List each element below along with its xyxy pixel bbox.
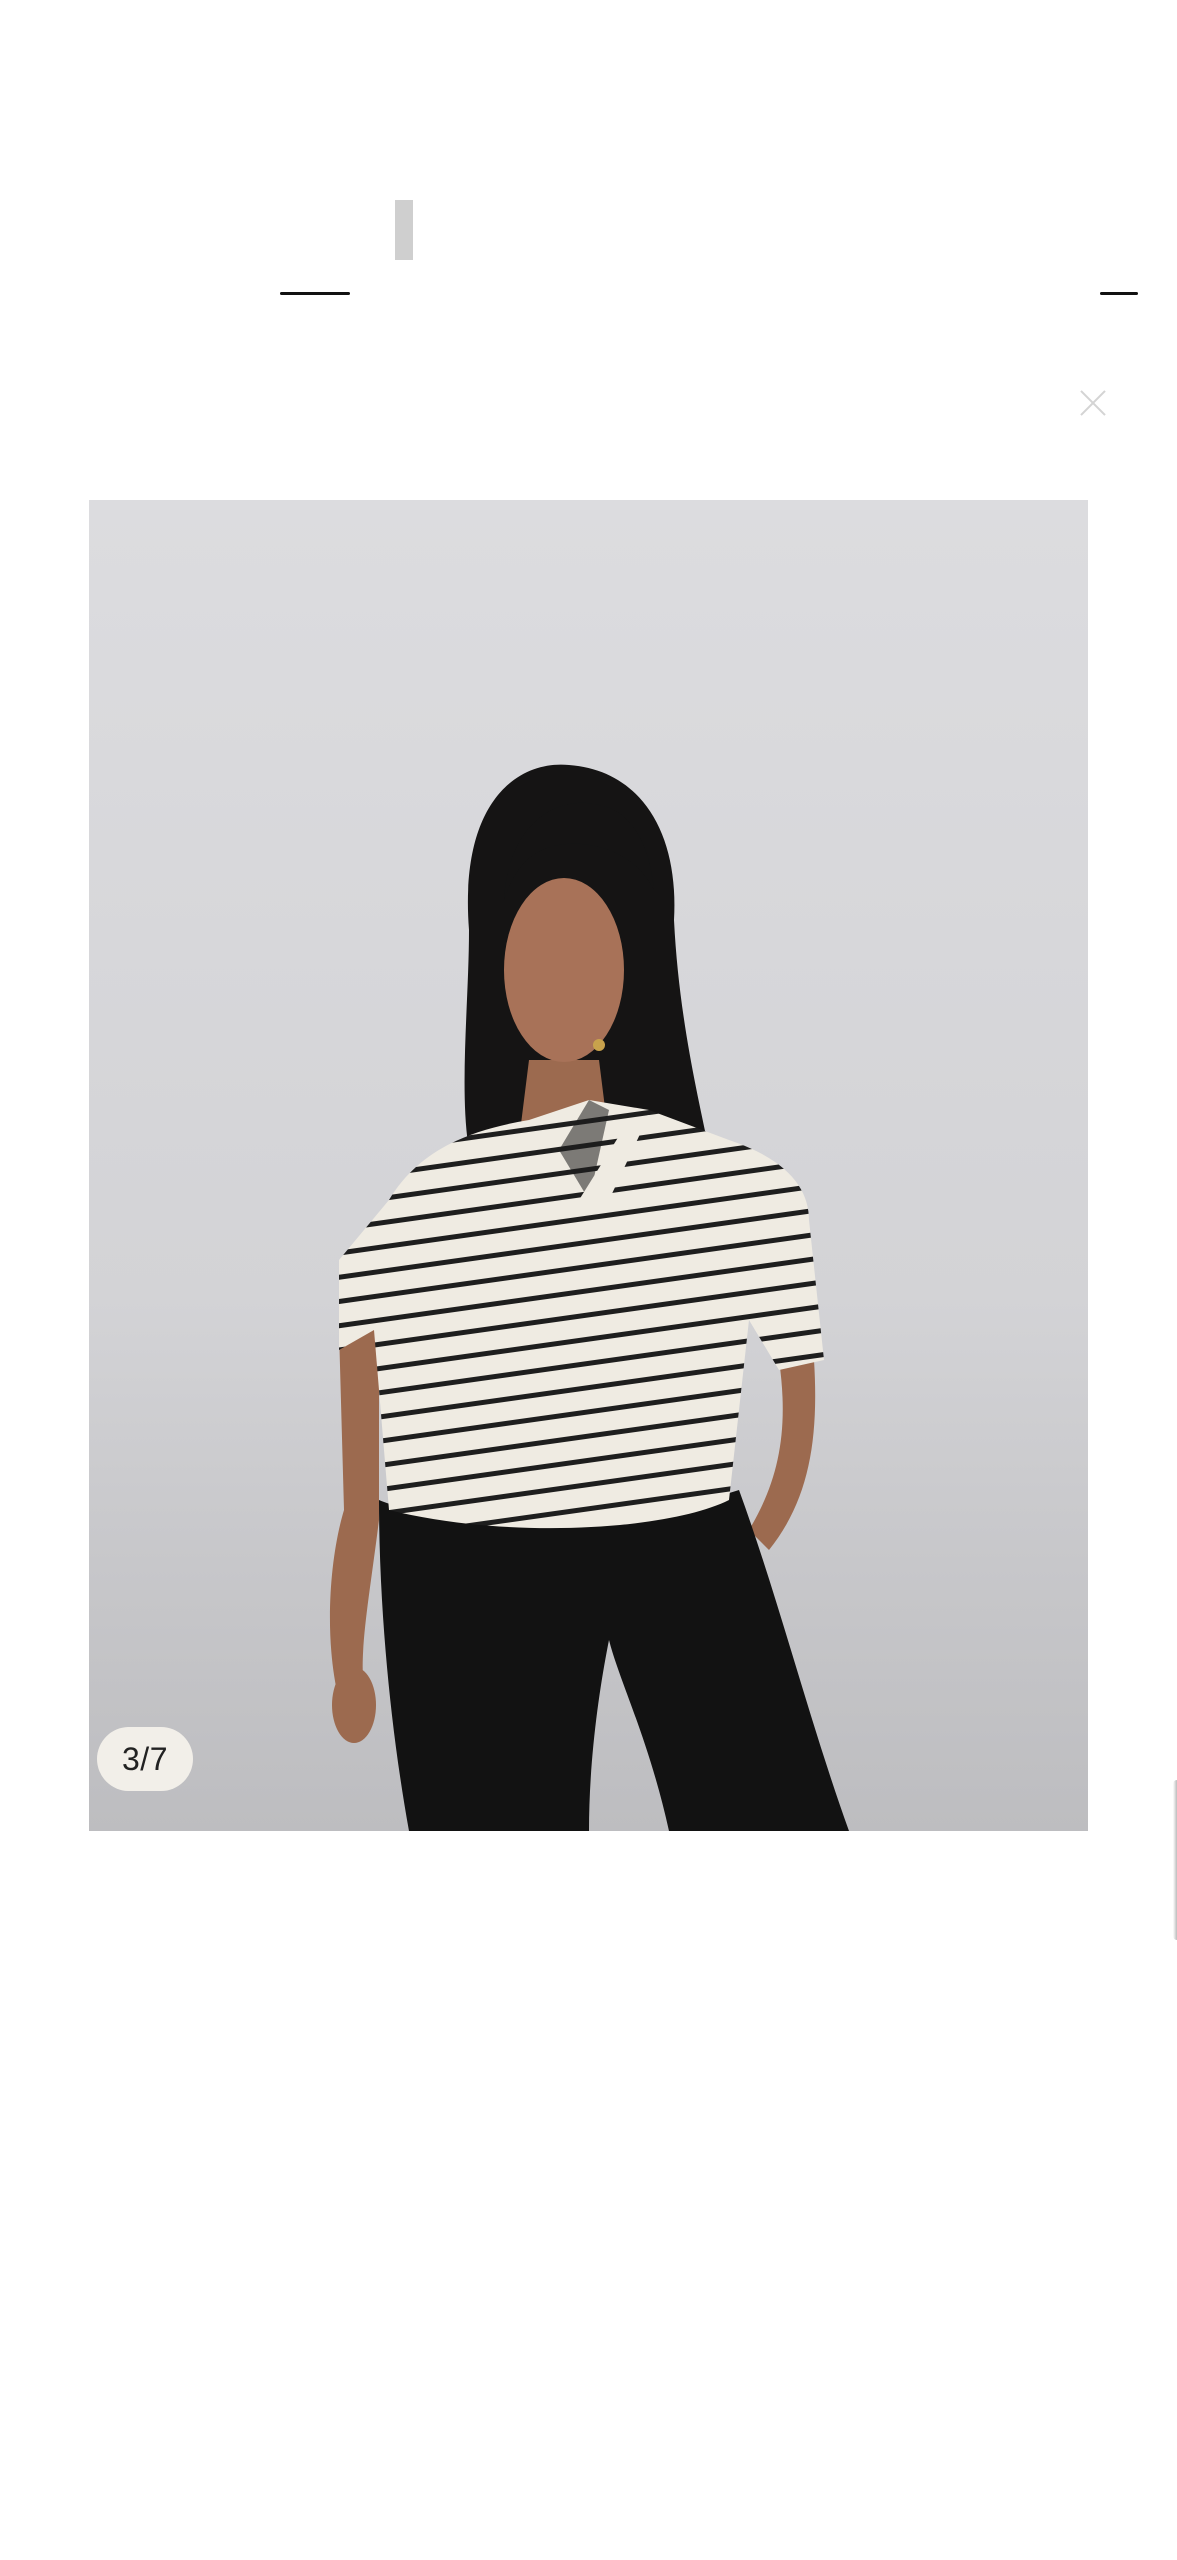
product-photo[interactable]: 3/7 (89, 500, 1088, 1831)
background-page-header (0, 0, 1177, 300)
close-icon[interactable] (1079, 388, 1107, 416)
gallery-counter-text: 3/7 (122, 1741, 168, 1777)
gallery-counter-badge: 3/7 (97, 1727, 193, 1791)
product-photo-illustration (329, 764, 849, 1831)
next-image-edge[interactable] (1169, 1780, 1177, 1940)
brand-logo-ghost (40, 180, 600, 280)
